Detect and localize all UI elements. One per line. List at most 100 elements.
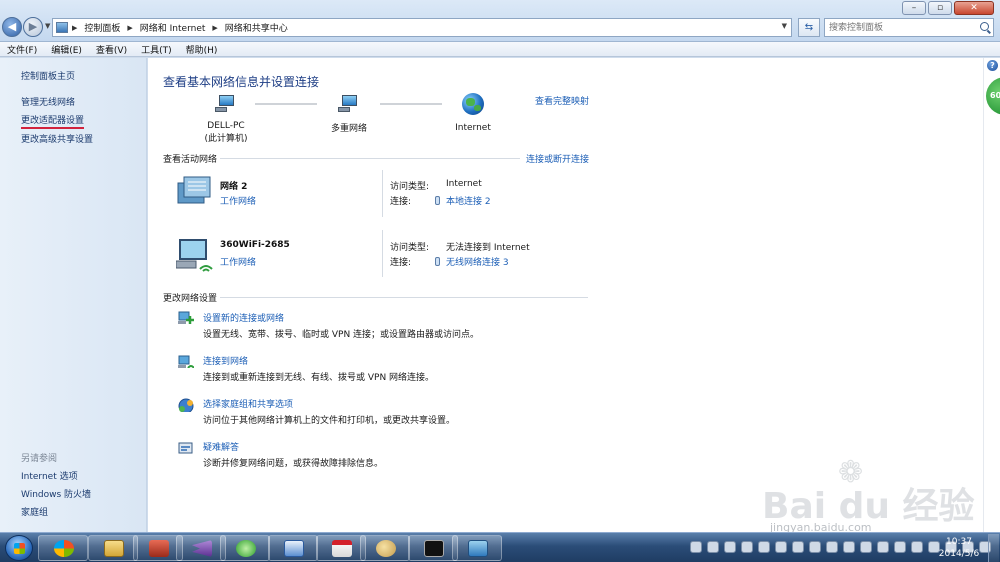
connection-link[interactable]: 本地连接 2 — [435, 194, 491, 207]
right-edge-panel — [983, 58, 1000, 532]
maximize-button[interactable]: ▫ — [928, 1, 952, 15]
tray-volume-icon[interactable] — [894, 541, 906, 553]
troubleshoot-icon — [178, 442, 193, 454]
tray-chevron-icon[interactable] — [690, 541, 702, 553]
task-new-connection-link[interactable]: 设置新的连接或网络 — [203, 311, 284, 324]
taskbar-network-center-icon[interactable] — [452, 535, 502, 561]
taskbar-visual-studio-icon[interactable] — [176, 535, 226, 561]
show-desktop-button[interactable] — [988, 534, 999, 562]
menu-edit[interactable]: 编辑(E) — [51, 43, 82, 56]
tray-app-icon[interactable] — [775, 541, 787, 553]
start-button[interactable] — [5, 535, 33, 561]
computer-icon — [215, 95, 237, 112]
connection-link[interactable]: 无线网络连接 3 — [435, 255, 509, 268]
taskbar-app-windows-icon[interactable] — [38, 535, 88, 561]
taskbar-paint-icon[interactable] — [360, 535, 410, 561]
task-description: 连接到或重新连接到无线、有线、拨号或 VPN 网络连接。 — [203, 373, 435, 383]
tray-app-icon[interactable] — [860, 541, 872, 553]
sidebar-advanced-sharing[interactable]: 更改高级共享设置 — [21, 132, 93, 145]
connect-network-icon — [178, 355, 194, 368]
sidebar-control-panel-home[interactable]: 控制面板主页 — [21, 69, 75, 82]
access-type-label: 访问类型: — [390, 243, 430, 253]
view-full-map-link[interactable]: 查看完整映射 — [535, 94, 589, 107]
connection-label: 连接: — [390, 258, 412, 268]
clock-time: 10:37 — [946, 537, 972, 547]
sidebar-change-adapter-settings[interactable]: 更改适配器设置 — [21, 113, 85, 129]
network-icon — [338, 95, 360, 112]
sidebar-windows-firewall[interactable]: Windows 防火墙 — [21, 487, 91, 500]
help-icon[interactable]: ? — [987, 60, 998, 71]
connection-name: 无线网络连接 3 — [446, 258, 509, 268]
close-button[interactable]: ✕ — [954, 1, 994, 15]
breadcrumb-control-panel[interactable]: 控制面板 — [84, 21, 120, 34]
new-connection-icon — [178, 311, 194, 324]
address-dropdown-icon[interactable]: ▼ — [782, 22, 787, 30]
network-type-link[interactable]: 工作网络 — [220, 255, 256, 268]
task-connect-network-link[interactable]: 连接到网络 — [203, 354, 248, 367]
tray-app-icon[interactable] — [877, 541, 889, 553]
window-controls: – ▫ ✕ — [902, 1, 994, 15]
connection-name: 本地连接 2 — [446, 197, 491, 207]
tray-app-icon[interactable] — [758, 541, 770, 553]
forward-button[interactable]: ▶ — [23, 17, 43, 37]
menu-tools[interactable]: 工具(T) — [141, 43, 172, 56]
refresh-button[interactable]: ⇆ — [798, 18, 820, 37]
back-button[interactable]: ◀ — [2, 17, 22, 37]
history-dropdown-icon[interactable]: ▼ — [45, 22, 50, 30]
homegroup-icon — [178, 398, 194, 412]
vertical-divider — [382, 170, 383, 217]
map-connector — [255, 103, 317, 105]
menu-file[interactable]: 文件(F) — [7, 43, 37, 56]
chevron-right-icon[interactable]: ▶ — [127, 24, 132, 32]
node-label: DELL-PC — [207, 121, 245, 131]
access-type-label: 访问类型: — [390, 182, 430, 192]
title-bar: – ▫ ✕ ◀ ▶ ▼ ▶ 控制面板 ▶ 网络和 Internet ▶ 网络和共… — [0, 0, 1000, 42]
task-description: 设置无线、宽带、拨号、临时或 VPN 连接；或设置路由器或访问点。 — [203, 330, 480, 340]
main-content: 查看基本网络信息并设置连接 查看完整映射 DELL-PC (此计算机) 多重网络… — [148, 58, 983, 532]
minimize-button[interactable]: – — [902, 1, 926, 15]
search-box — [824, 18, 994, 37]
page-title: 查看基本网络信息并设置连接 — [163, 75, 320, 89]
active-networks-heading: 查看活动网络 — [163, 155, 218, 165]
taskbar-ie-icon[interactable] — [220, 535, 270, 561]
taskbar-red-app-icon[interactable] — [316, 535, 366, 561]
tray-app-icon[interactable] — [911, 541, 923, 553]
tray-network-icon[interactable] — [724, 541, 736, 553]
tray-app-icon[interactable] — [809, 541, 821, 553]
tray-app-icon[interactable] — [843, 541, 855, 553]
search-icon[interactable] — [980, 22, 989, 31]
menu-view[interactable]: 查看(V) — [96, 43, 127, 56]
taskbar-cmd-icon[interactable] — [408, 535, 458, 561]
network-type-link[interactable]: 工作网络 — [220, 194, 256, 207]
chevron-right-icon[interactable]: ▶ — [72, 24, 77, 32]
node-this-computer[interactable]: DELL-PC (此计算机) — [198, 95, 254, 144]
task-troubleshoot-link[interactable]: 疑难解答 — [203, 440, 239, 453]
taskbar-explorer-icon[interactable] — [88, 535, 138, 561]
section-divider — [220, 158, 520, 159]
node-multiple-networks[interactable]: 多重网络 — [324, 95, 374, 134]
taskbar-clock[interactable]: 10:37 2014/5/6 — [935, 536, 983, 560]
node-internet[interactable]: Internet — [448, 93, 498, 133]
search-input[interactable] — [825, 19, 975, 36]
tray-help-icon[interactable] — [707, 541, 719, 553]
sidebar-homegroup[interactable]: 家庭组 — [21, 505, 48, 518]
sidebar-manage-wireless[interactable]: 管理无线网络 — [21, 95, 75, 108]
map-connector — [380, 103, 442, 105]
menu-help[interactable]: 帮助(H) — [186, 43, 218, 56]
tray-shield-icon[interactable] — [792, 541, 804, 553]
taskbar: 10:37 2014/5/6 — [0, 532, 1000, 562]
chevron-right-icon[interactable]: ▶ — [212, 24, 217, 32]
taskbar-word-icon[interactable] — [268, 535, 318, 561]
tray-app-icon[interactable] — [741, 541, 753, 553]
breadcrumb-network-internet[interactable]: 网络和 Internet — [140, 21, 206, 34]
address-bar[interactable]: ▶ 控制面板 ▶ 网络和 Internet ▶ 网络和共享中心 ▼ — [52, 18, 792, 37]
node-label: 多重网络 — [330, 124, 367, 134]
clock-date: 2014/5/6 — [938, 549, 980, 559]
network-name: 360WiFi-2685 — [220, 240, 290, 250]
tray-app-icon[interactable] — [826, 541, 838, 553]
sidebar-internet-options[interactable]: Internet 选项 — [21, 469, 78, 482]
task-description: 访问位于其他网络计算机上的文件和打印机，或更改共享设置。 — [203, 416, 456, 426]
task-homegroup-link[interactable]: 选择家庭组和共享选项 — [203, 397, 293, 410]
breadcrumb-network-sharing-center[interactable]: 网络和共享中心 — [225, 21, 288, 34]
connect-disconnect-link[interactable]: 连接或断开连接 — [526, 152, 589, 165]
